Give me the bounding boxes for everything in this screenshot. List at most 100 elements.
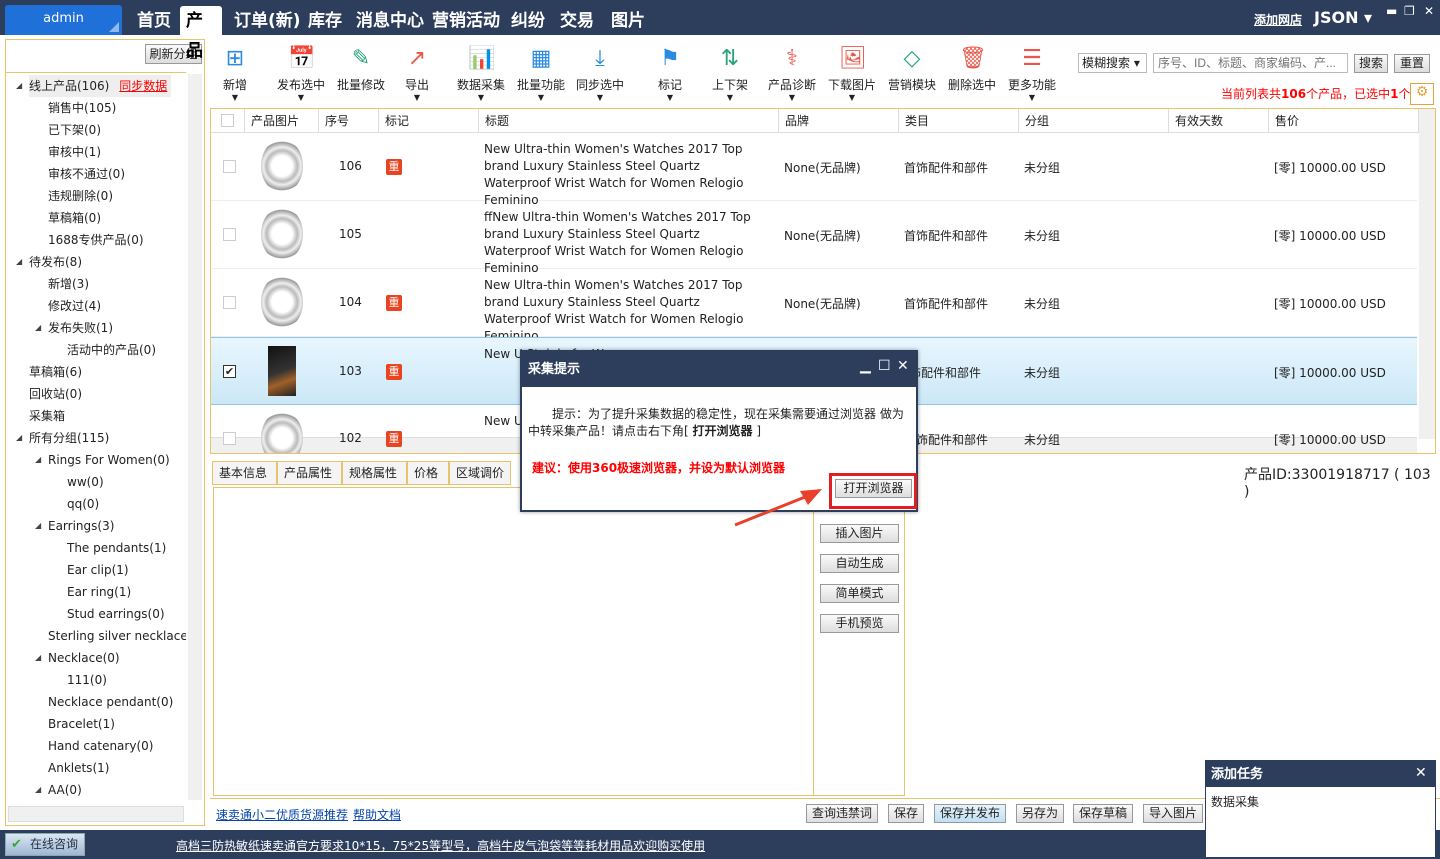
toolbar-flag-button[interactable]: ⚑ 标记 ▼ [657,46,683,102]
grid-vertical-scrollbar[interactable] [1419,109,1435,439]
bottom-action-button[interactable]: 另存为 [1016,804,1065,823]
detail-tab[interactable]: 基本信息 [212,461,277,485]
tree-item[interactable]: 审核中(1) [48,141,101,163]
tree-item[interactable]: Sterling silver necklace( [48,625,186,647]
tree-item[interactable]: Anklets(1) [48,757,109,779]
sync-data-link[interactable]: 同步数据 [119,79,167,93]
detail-tab[interactable]: 区域调价 [449,461,511,485]
reset-button[interactable]: 重置 [1394,54,1430,73]
table-row[interactable]: 104 重 New Ultra-thin Women's Watches 2017 … [211,269,1417,343]
tree-horizontal-scrollbar[interactable] [8,806,184,822]
column-header[interactable]: 售价 [1269,109,1419,133]
detail-tab[interactable]: 产品属性 [277,461,342,485]
toolbar-grid-plus-button[interactable]: ⊞ 新增 ▼ [222,46,248,102]
tree-item[interactable]: 发布失败(1) [48,317,113,339]
toolbar-modules-button[interactable]: ◇ 营销模块 [888,46,936,93]
column-header[interactable]: 分组 [1019,109,1169,133]
tree-item[interactable]: 待发布(8) [29,251,82,273]
tree-item[interactable]: Stud earrings(0) [67,603,165,625]
row-checkbox[interactable] [223,228,236,241]
search-mode-select[interactable]: 模糊搜索 ▾ [1078,53,1147,73]
table-row[interactable]: 106 重 New Ultra-thin Women's Watches 2017 … [211,133,1417,207]
nav-tab[interactable]: 纠纷 [507,6,549,35]
bottom-action-button[interactable]: 保存草稿 [1073,804,1134,823]
column-header[interactable]: 标题 [479,109,779,133]
editor-side-button[interactable]: 自动生成 [820,554,899,573]
tree-item[interactable]: 采集箱 [29,405,65,427]
expand-triangle-icon[interactable]: ◢ [35,653,41,662]
restore-icon[interactable]: ❐ [1404,4,1415,18]
tree-item[interactable]: 新增(3) [48,273,89,295]
bottom-action-button[interactable]: 保存并发布 [934,804,1007,823]
row-checkbox[interactable]: ✔ [223,365,236,378]
toolbar-blocks-button[interactable]: ▦ 批量功能 ▼ [517,46,565,102]
toolbar-edit-doc-button[interactable]: ✎ 批量修改 [337,46,385,93]
toolbar-diagnose-button[interactable]: ⚕ 产品诊断 ▼ [768,46,816,102]
close-icon[interactable]: ✕ [1424,4,1434,18]
column-header[interactable]: 有效天数 [1169,109,1269,133]
row-title[interactable]: New Ultra-thin Women's Watches 2017 Top … [484,141,769,209]
bottom-action-button[interactable]: 导入图片 [1143,804,1204,823]
tree-item[interactable]: Rings For Women(0) [48,449,170,471]
tree-vertical-scrollbar[interactable] [188,74,202,800]
task-close-icon[interactable]: ✕ [1415,765,1427,781]
toolbar-monitor-chart-button[interactable]: 📊 数据采集 ▼ [457,46,505,102]
tree-item[interactable]: Earrings(3) [48,515,114,537]
supply-recommend-link[interactable]: 速卖通小二优质货源推荐 [216,806,348,823]
detail-tab[interactable]: 规格属性 [342,461,407,485]
tree-item[interactable]: 草稿箱(0) [48,207,101,229]
nav-tab[interactable]: 营销活动 [428,6,504,35]
editor-side-button[interactable]: 简单模式 [820,584,899,603]
minimize-icon[interactable]: ▬ [1386,4,1397,18]
tree-item[interactable]: 活动中的产品(0) [67,339,156,361]
column-settings-icon[interactable]: ⚙ [1410,83,1434,105]
row-checkbox[interactable] [223,432,236,445]
tree-item[interactable]: ww(0) [67,471,104,493]
dialog-close-icon[interactable]: ✕ [897,358,909,374]
help-doc-link[interactable]: 帮助文档 [353,806,401,823]
tree-item[interactable]: Necklace(0) [48,647,120,669]
tree-item[interactable]: 1688专供产品(0) [48,229,144,251]
tree-item[interactable]: 草稿箱(6) [29,361,82,383]
tree-item[interactable]: 回收站(0) [29,383,82,405]
tree-item[interactable]: Bracelet(1) [48,713,115,735]
row-title[interactable]: New Ultra-thin Women's Watches 2017 Top … [484,277,769,345]
search-input[interactable] [1153,53,1348,73]
expand-triangle-icon[interactable]: ◢ [35,521,41,530]
nav-tab[interactable]: 订单(新) [230,6,305,35]
bottom-action-button[interactable]: 保存 [888,804,925,823]
expand-triangle-icon[interactable]: ◢ [35,455,41,464]
tree-item[interactable]: Necklace pendant(0) [48,691,173,713]
editor-side-button[interactable]: 插入图片 [820,524,899,543]
nav-tab[interactable]: 消息中心 [352,6,428,35]
tree-item[interactable]: The pendants(1) [67,537,166,559]
column-header[interactable]: 标记 [379,109,479,133]
tree-item[interactable]: 111(0) [67,669,107,691]
nav-tab[interactable]: 图片 [607,6,649,35]
toolbar-download-button[interactable]: ⤓ 同步选中 ▼ [576,46,624,102]
tree-item[interactable]: qq(0) [67,493,99,515]
toolbar-trash-button[interactable]: 🗑 删除选中 [948,46,996,93]
column-header[interactable]: 产品图片 [245,109,319,133]
expand-triangle-icon[interactable]: ◢ [35,785,41,794]
editor-side-button[interactable]: 手机预览 [820,614,899,633]
tree-item[interactable]: 违规删除(0) [48,185,113,207]
tree-item[interactable]: 销售中(105) [48,97,116,119]
nav-tab[interactable]: 交易 [556,6,598,35]
toolbar-image-button[interactable]: 🖼 下载图片 ▼ [828,46,876,102]
tree-item[interactable]: Ear clip(1) [67,559,129,581]
nav-tab[interactable]: 库存 [304,6,346,35]
account-menu[interactable]: JSON ▾ [1314,8,1372,27]
tree-item[interactable]: Ear ring(1) [67,581,131,603]
user-box[interactable]: admin [5,5,122,35]
toolbar-export-button[interactable]: ↗ 导出 ▼ [404,46,430,102]
expand-triangle-icon[interactable]: ◢ [16,81,22,90]
tree-item[interactable]: 已下架(0) [48,119,101,141]
table-row[interactable]: 105 ffNew Ultra-thin Women's Watches 2017… [211,201,1417,275]
footer-ad-link[interactable]: 高档三防热敏纸速卖通官方要求10*15，75*25等型号，高档牛皮气泡袋等等耗材… [176,837,705,854]
online-consult-button[interactable]: 在线咨询 [5,833,85,856]
toolbar-calendar-clock-button[interactable]: 📅 发布选中 ▼ [277,46,325,102]
detail-tab[interactable]: 价格 [407,461,449,485]
description-editor[interactable] [213,487,905,796]
row-checkbox[interactable] [223,160,236,173]
